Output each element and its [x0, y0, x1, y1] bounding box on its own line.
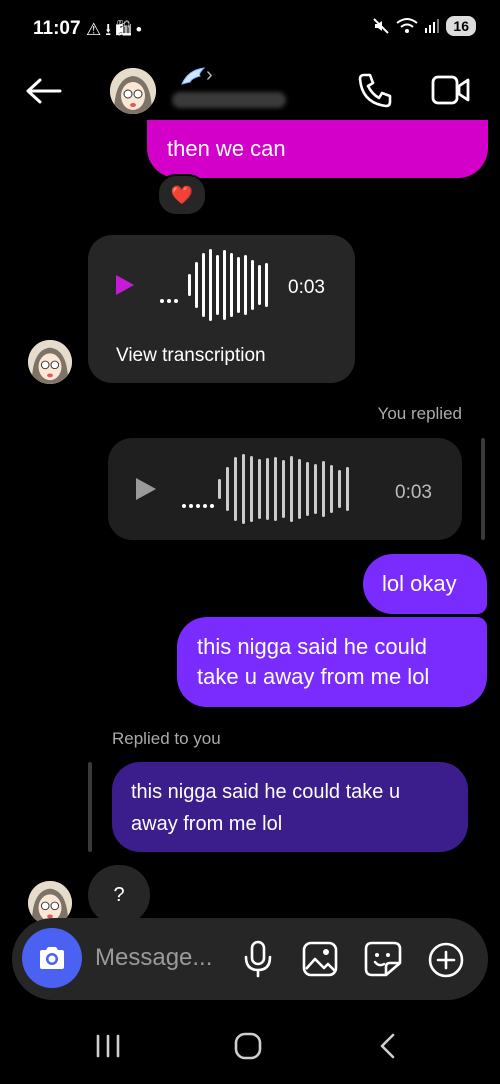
voice-duration: 0:03 — [288, 277, 325, 298]
recent-apps-icon[interactable] — [93, 1032, 123, 1060]
waveform-dots — [160, 281, 181, 311]
camera-button[interactable] — [22, 928, 82, 988]
replied-to-you-label: Replied to you — [112, 729, 221, 748]
quoted-message[interactable]: this nigga said he could take u away fro… — [112, 762, 468, 852]
add-icon[interactable] — [427, 941, 465, 979]
sticker-icon[interactable] — [364, 941, 402, 977]
waveform-dots — [182, 486, 217, 516]
sender-avatar[interactable] — [28, 340, 72, 384]
view-transcription-link[interactable]: View transcription — [116, 341, 266, 371]
quoted-text-line2: away from me lol — [131, 813, 283, 835]
home-icon[interactable] — [233, 1031, 263, 1061]
you-replied-label: You replied — [377, 404, 462, 423]
reply-quote-bar — [481, 438, 485, 540]
quoted-text-line1: this nigga said he could take u — [131, 781, 401, 803]
voice-message-quoted[interactable]: 0:03 — [108, 438, 462, 540]
message-text: then we can — [167, 136, 286, 161]
gallery-icon[interactable] — [302, 941, 338, 977]
reaction-heart[interactable]: ❤️ — [157, 174, 207, 216]
header-overlay — [0, 0, 500, 130]
reply-quote-bar — [88, 762, 92, 852]
waveform — [218, 452, 349, 526]
message-input[interactable]: Message... — [95, 944, 212, 972]
waveform — [188, 247, 268, 323]
back-nav-icon[interactable] — [377, 1032, 399, 1060]
message-text: ? — [113, 884, 125, 906]
message-text-line2: take u away from me lol — [197, 664, 430, 689]
message-text: lol okay — [382, 571, 457, 596]
microphone-icon[interactable] — [243, 940, 273, 978]
heart-icon: ❤️ — [170, 184, 194, 205]
voice-duration: 0:03 — [395, 482, 432, 503]
message-text-line1: this nigga said he could — [197, 634, 427, 659]
message-incoming-question[interactable]: ? — [88, 865, 150, 925]
play-icon[interactable] — [114, 273, 136, 297]
voice-message-incoming[interactable]: 0:03 View transcription — [88, 235, 355, 383]
message-outgoing-long[interactable]: this nigga said he could take u away fro… — [177, 617, 487, 707]
camera-icon — [40, 947, 64, 969]
play-icon[interactable] — [134, 476, 158, 502]
message-outgoing-lol-okay[interactable]: lol okay — [363, 554, 487, 614]
